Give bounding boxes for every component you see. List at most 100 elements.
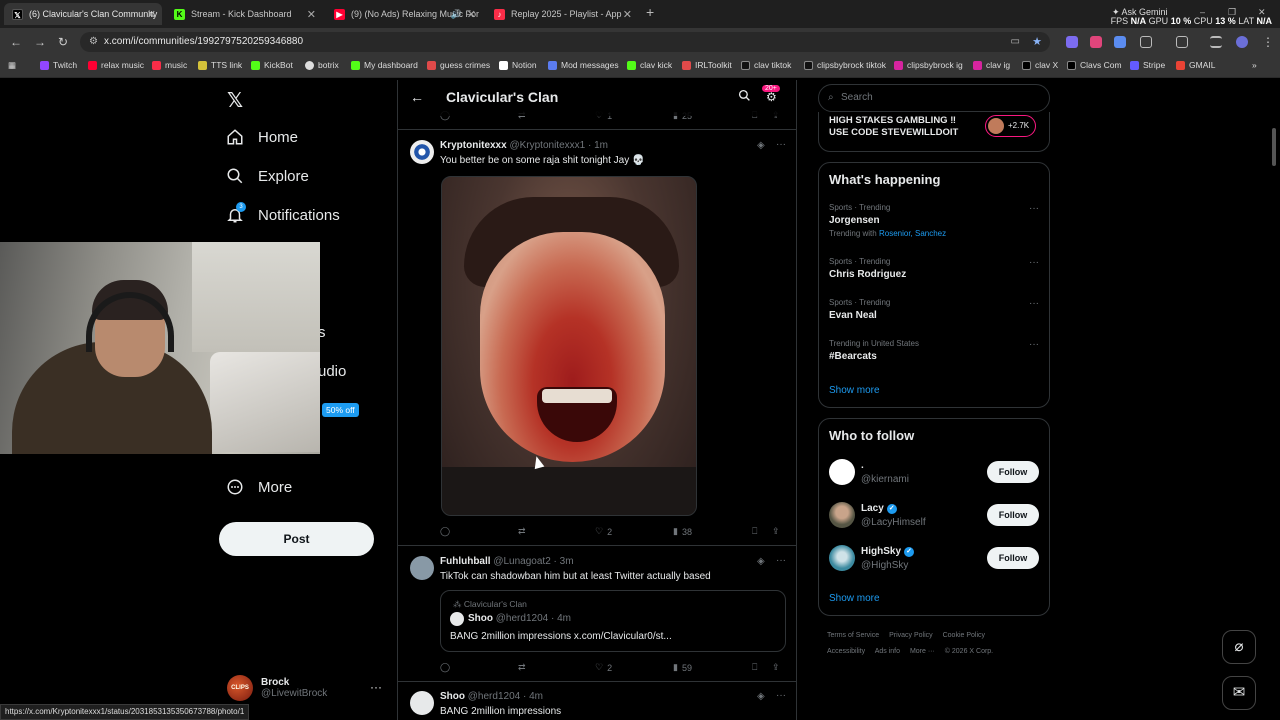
- browser-tab[interactable]: ♪ Replay 2025 - Playlist - App ✕: [486, 3, 638, 25]
- nav-home[interactable]: Home: [226, 128, 298, 146]
- post-button[interactable]: Post: [219, 522, 374, 556]
- follow-button[interactable]: Follow: [987, 461, 1039, 483]
- follow-suggestion[interactable]: Lacy ✓ @LacyHimself Follow: [829, 502, 1041, 530]
- bookmark-item[interactable]: GMAIL: [1176, 60, 1215, 70]
- avatar[interactable]: [410, 556, 434, 580]
- trend-with-links[interactable]: Rosenior, Sanchez: [879, 229, 946, 238]
- close-tab-icon[interactable]: ✕: [147, 8, 156, 21]
- bookmark-item[interactable]: clav X: [1022, 60, 1058, 70]
- grok-icon[interactable]: ⌀: [1222, 630, 1256, 664]
- more-dots-icon[interactable]: ···: [776, 555, 786, 566]
- bookmark-item[interactable]: IRLToolkit: [682, 60, 732, 70]
- back-arrow-icon[interactable]: ←: [10, 35, 22, 49]
- tab-search-icon[interactable]: [1210, 36, 1222, 48]
- follow-button[interactable]: Follow: [987, 547, 1039, 569]
- repost-icon[interactable]: ⇄: [518, 662, 526, 673]
- extension-icon[interactable]: [1114, 36, 1126, 48]
- search-input[interactable]: ⌕ Search: [818, 84, 1050, 112]
- nav-item-partial[interactable]: udio: [318, 363, 346, 380]
- show-more-link[interactable]: Show more: [829, 593, 880, 604]
- bookmark-item[interactable]: clav ig: [973, 60, 1010, 70]
- grok-icon[interactable]: ◈: [757, 556, 765, 567]
- post[interactable]: Kryptonitexxx @Kryptonitexxx1 · 1m ◈ ···…: [398, 130, 796, 546]
- bookmark-item[interactable]: My dashboard: [351, 60, 418, 70]
- gear-icon[interactable]: ⚙: [766, 90, 777, 104]
- nav-more[interactable]: More: [226, 478, 292, 496]
- close-tab-icon[interactable]: ✕: [623, 8, 632, 21]
- footer-link[interactable]: Cookie Policy: [943, 632, 985, 639]
- reload-icon[interactable]: ↻: [58, 35, 68, 49]
- nav-explore[interactable]: Explore: [226, 167, 309, 185]
- bookmark-icon[interactable]: ⎕: [752, 662, 757, 673]
- post-time[interactable]: · 1m: [588, 140, 608, 151]
- post-time[interactable]: · 3m: [554, 556, 574, 567]
- browser-tab-active[interactable]: 𝕏 (6) Clavicular's Clan Community ✕: [4, 3, 162, 25]
- author-handle[interactable]: @Lunagoat2: [493, 556, 550, 567]
- repost-icon[interactable]: ⇄: [518, 526, 526, 537]
- share-icon[interactable]: ⇪: [772, 526, 780, 537]
- extension-icon[interactable]: [1066, 36, 1078, 48]
- account-switcher[interactable]: CLIPS Brock @LivewitBrock: [227, 675, 327, 701]
- bookmark-item[interactable]: Twitch: [40, 60, 77, 70]
- site-info-icon[interactable]: ⚙: [89, 32, 98, 52]
- author-handle[interactable]: @Kryptonitexxx1: [509, 140, 585, 151]
- trend-item[interactable]: Sports · Trending Chris Rodriguez ···: [829, 257, 1039, 280]
- avatar[interactable]: [410, 140, 434, 164]
- more-dots-icon[interactable]: ···: [776, 690, 786, 701]
- x-logo-icon[interactable]: 𝕏: [227, 88, 243, 112]
- scrollbar[interactable]: [1272, 128, 1276, 166]
- speaker-icon[interactable]: 🔊: [451, 9, 462, 20]
- footer-link[interactable]: Accessibility: [827, 648, 865, 655]
- profile-avatar-icon[interactable]: [1236, 36, 1248, 48]
- views-button[interactable]: ▮ 59: [673, 662, 692, 673]
- more-dots-icon[interactable]: ···: [776, 139, 786, 150]
- more-dots-icon[interactable]: ···: [1029, 203, 1039, 214]
- bookmark-item[interactable]: KickBot: [251, 60, 293, 70]
- browser-tab[interactable]: ▶ (9) (No Ads) Relaxing Music For 🔊 ✕: [326, 3, 482, 25]
- more-dots-icon[interactable]: ···: [1029, 298, 1039, 309]
- bookmark-item[interactable]: TTS link: [198, 60, 242, 70]
- footer-link[interactable]: Terms of Service: [827, 632, 879, 639]
- footer-link[interactable]: Privacy Policy: [889, 632, 933, 639]
- bookmark-item[interactable]: guess crimes: [427, 60, 490, 70]
- author-name[interactable]: Shoo: [440, 691, 465, 702]
- promo-banner[interactable]: HIGH STAKES GAMBLING ‼ USE CODE STEVEWIL…: [818, 112, 1050, 152]
- quoted-post[interactable]: ⁂ Clavicular's Clan Shoo @herd1204 · 4m …: [440, 590, 786, 652]
- promo-pill[interactable]: +2.7K: [985, 115, 1037, 137]
- close-tab-icon[interactable]: ✕: [467, 8, 476, 21]
- follow-suggestion[interactable]: HighSky ✓ @HighSky Follow: [829, 545, 1041, 573]
- bookmark-star-icon[interactable]: ★: [1032, 32, 1042, 52]
- bookmark-item[interactable]: clipsbybrock ig: [894, 60, 963, 70]
- post[interactable]: Fuhluhball @Lunagoat2 · 3m ◈ ··· TikTok …: [398, 546, 796, 682]
- reply-icon[interactable]: ◯: [440, 662, 450, 673]
- bookmark-item[interactable]: clipsbybrock tiktok: [804, 60, 886, 70]
- url-input[interactable]: ⚙ x.com/i/communities/199279752025934688…: [80, 32, 1050, 52]
- reply-icon[interactable]: ◯: [440, 526, 450, 537]
- back-arrow-icon[interactable]: ←: [410, 89, 424, 105]
- avatar[interactable]: [410, 691, 434, 715]
- grok-icon[interactable]: ◈: [757, 691, 765, 702]
- bookmark-item[interactable]: Notion: [499, 60, 537, 70]
- show-more-link[interactable]: Show more: [829, 385, 880, 396]
- post[interactable]: Shoo @herd1204 · 4m ◈ ··· BANG 2million …: [398, 682, 796, 720]
- more-bookmarks-icon[interactable]: »: [1252, 60, 1257, 70]
- close-tab-icon[interactable]: ✕: [307, 8, 316, 21]
- cast-icon[interactable]: ▭: [1011, 32, 1020, 52]
- author-name[interactable]: Kryptonitexxx: [440, 140, 507, 151]
- bookmark-item[interactable]: clav kick: [627, 60, 672, 70]
- bookmark-icon[interactable]: ⎕: [752, 526, 757, 537]
- apps-grid-icon[interactable]: ▦: [8, 60, 16, 71]
- bookmark-item[interactable]: relax music: [88, 60, 144, 70]
- bookmark-item[interactable]: Stripe: [1130, 60, 1165, 70]
- more-dots-icon[interactable]: ···: [1029, 339, 1039, 350]
- post-time[interactable]: · 4m: [523, 691, 543, 702]
- trend-item[interactable]: Sports · Trending Evan Neal ···: [829, 298, 1039, 321]
- views-button[interactable]: ▮ 38: [673, 526, 692, 537]
- more-dots-icon[interactable]: ···: [1029, 257, 1039, 268]
- extensions-puzzle-icon[interactable]: [1140, 36, 1152, 48]
- grok-icon[interactable]: ◈: [757, 140, 765, 151]
- bookmark-item[interactable]: Clavs Com: [1067, 60, 1122, 70]
- like-button[interactable]: ♡ 2: [595, 662, 612, 673]
- nav-notifications[interactable]: 3 Notifications: [226, 202, 340, 224]
- footer-link[interactable]: More ···: [910, 648, 935, 655]
